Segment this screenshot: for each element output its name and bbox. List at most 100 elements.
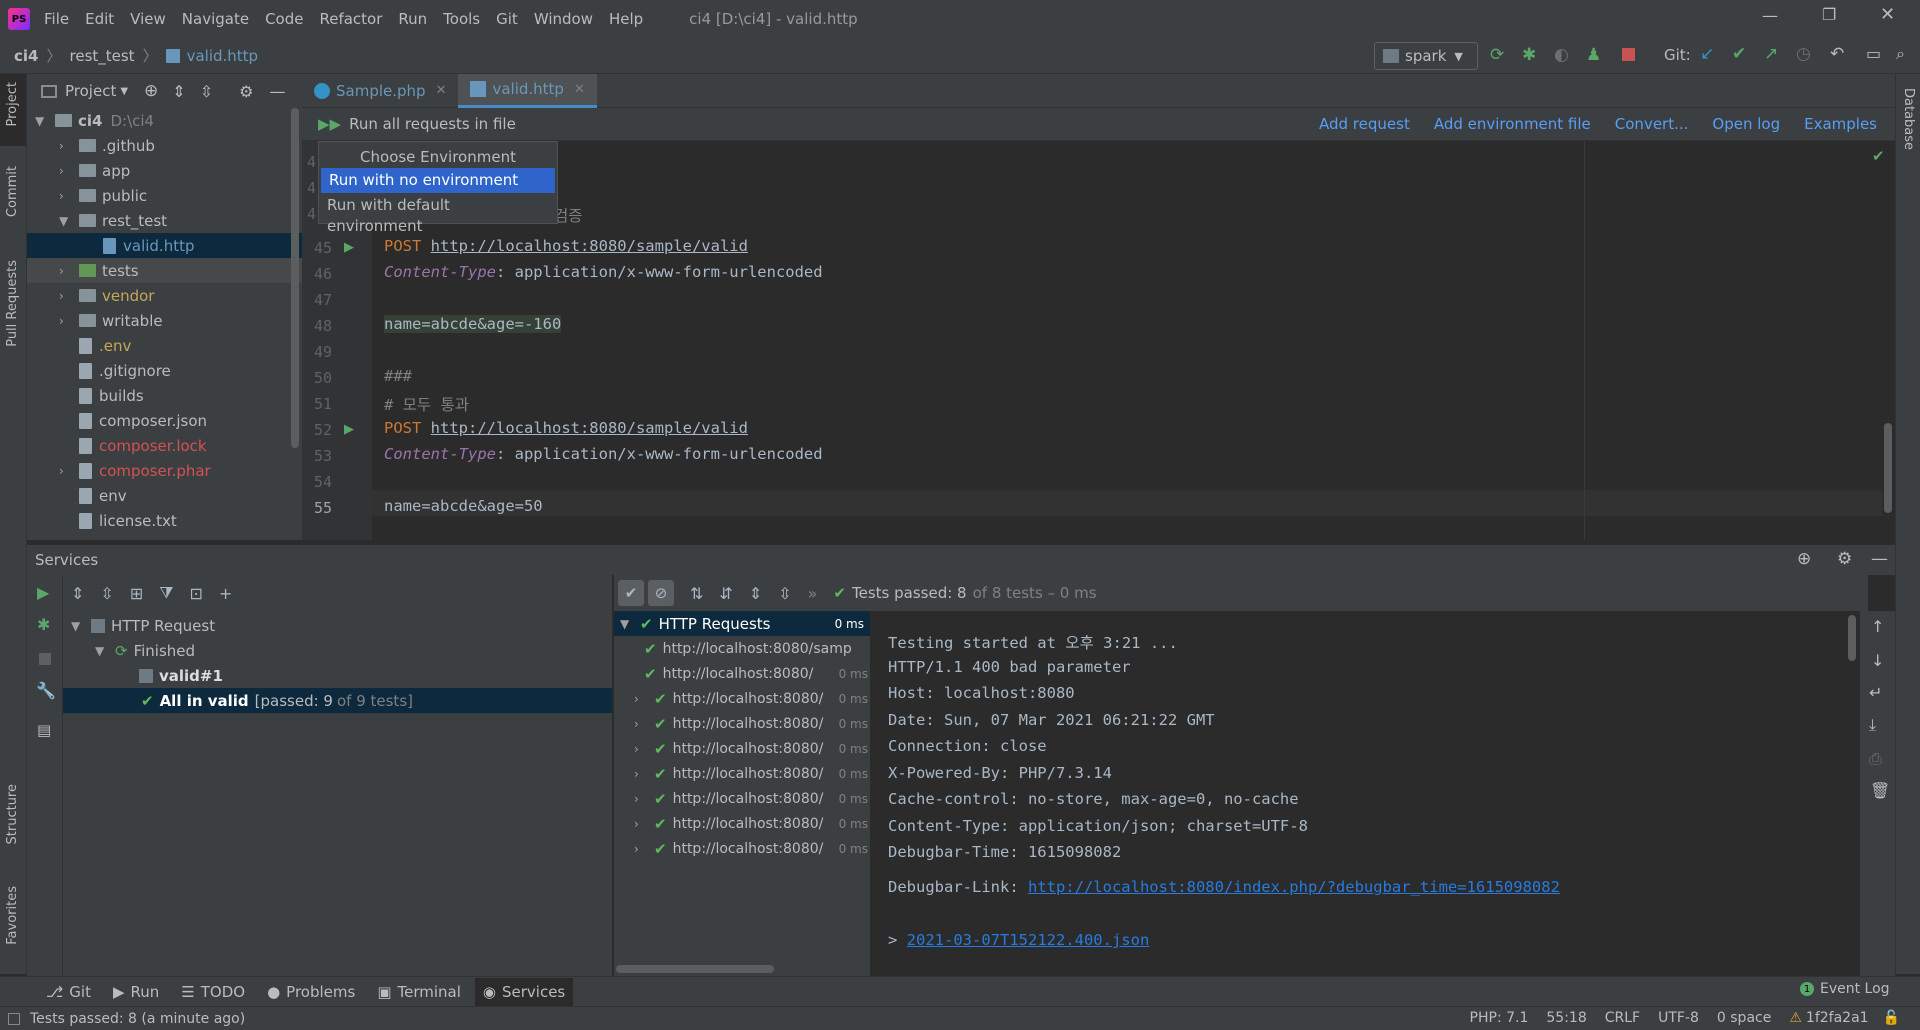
favorites-tool-button[interactable]: Favorites (5, 886, 20, 945)
profile-icon[interactable]: ♟ (1586, 45, 1601, 65)
breadcrumb-file[interactable]: valid.http (187, 47, 258, 65)
test-root-node[interactable]: ▼ ✔ HTTP Requests 0 ms (620, 611, 868, 636)
globe-icon[interactable]: ⊕ (1797, 549, 1811, 569)
services-tab[interactable]: ◉ Services (474, 977, 574, 1006)
status-toggle-icon[interactable] (8, 1012, 20, 1025)
add-service-icon[interactable]: + (219, 584, 232, 603)
json-response-link[interactable]: 2021-03-07T152122.400.json (907, 931, 1150, 949)
test-item[interactable]: › ✔ http://localhost:8080/0 ms (634, 786, 870, 811)
php-level[interactable]: PHP: 7.1 (1470, 1010, 1529, 1026)
run-default-environment-option[interactable]: Run with default environment (319, 193, 557, 235)
run-all-requests-link[interactable]: Run all requests in file (349, 115, 516, 133)
menu-code[interactable]: Code (265, 10, 303, 28)
request-url[interactable]: http://localhost:8080/sample/valid (431, 419, 748, 437)
debug-icon[interactable]: ✱ (37, 615, 50, 634)
test-item[interactable]: › ✔ http://localhost:8080/0 ms (634, 811, 870, 836)
locate-icon[interactable]: ⊕ (144, 81, 158, 101)
convert-link[interactable]: Convert... (1615, 115, 1689, 133)
tree-item-github[interactable]: › .github (59, 133, 155, 158)
test-item[interactable]: › ✔ http://localhost:8080/0 ms (634, 711, 870, 736)
tree-item-vendor[interactable]: › vendor (59, 283, 154, 308)
restore-button[interactable]: ❐ (1822, 5, 1836, 24)
show-passed-toggle[interactable]: ✔ (618, 580, 644, 606)
console-scrollbar[interactable] (1848, 615, 1856, 661)
menu-run[interactable]: Run (398, 10, 427, 28)
structure-tool-button[interactable]: Structure (5, 784, 20, 844)
project-tool-button[interactable]: Project (5, 82, 20, 126)
menu-refactor[interactable]: Refactor (319, 10, 382, 28)
collapse-all-icon[interactable]: ⇳ (778, 584, 791, 603)
soft-wrap-icon[interactable]: ↵ (1869, 683, 1882, 702)
menu-help[interactable]: Help (609, 10, 643, 28)
down-arrow-icon[interactable]: ↓ (1871, 651, 1884, 670)
tree-root[interactable]: ▼ ci4 D:\ci4 (35, 108, 154, 133)
git-rollback-icon[interactable]: ↶ (1830, 44, 1844, 64)
caret-position[interactable]: 55:18 (1546, 1010, 1586, 1026)
git-update-icon[interactable]: ↙ (1700, 44, 1714, 64)
breadcrumb-project[interactable]: ci4 (14, 47, 38, 65)
run-tab[interactable]: ▶ Run (105, 978, 167, 1006)
tree-item-tests[interactable]: › tests (59, 258, 139, 283)
stop-icon[interactable] (39, 653, 51, 665)
tree-item-app[interactable]: › app (59, 158, 130, 183)
tab-valid-http[interactable]: valid.http ✕ (458, 73, 597, 108)
scroll-to-end-icon[interactable]: ⤓ (1869, 715, 1876, 735)
run-icon[interactable]: ▶ (37, 583, 49, 602)
git-branch[interactable]: 1f2fa2a1 (1806, 1010, 1869, 1026)
search-icon[interactable]: ⌕ (1896, 44, 1905, 64)
tree-item-composer-phar[interactable]: › composer.phar (59, 458, 211, 483)
menu-git[interactable]: Git (496, 10, 518, 28)
all-in-valid-node[interactable]: ✔ All in valid [passed: 9 of 9 tests] (141, 688, 413, 713)
todo-tab[interactable]: ☰ TODO (173, 978, 253, 1006)
tree-item-builds[interactable]: builds (59, 383, 144, 408)
close-icon[interactable]: ✕ (574, 82, 585, 97)
gear-icon[interactable]: ⚙ (1837, 549, 1852, 569)
test-item[interactable]: ✔ http://localhost:8080/samp (644, 636, 870, 661)
menu-view[interactable]: View (130, 10, 166, 28)
project-view-select[interactable]: Project (65, 82, 116, 100)
expand-all-icon[interactable]: ⇕ (749, 584, 762, 603)
test-tree-hscrollbar[interactable] (616, 965, 774, 973)
test-item[interactable]: › ✔ http://localhost:8080/0 ms (634, 761, 870, 786)
close-button[interactable]: ✕ (1880, 4, 1895, 25)
menu-tools[interactable]: Tools (443, 10, 480, 28)
group-by-icon[interactable]: ⊞ (130, 584, 143, 603)
lock-icon[interactable]: 🔓 (1883, 1010, 1900, 1026)
git-push-icon[interactable]: ↗ (1764, 44, 1778, 64)
wrench-icon[interactable]: 🔧 (36, 681, 56, 700)
console-output[interactable]: Testing started at 오후 3:21 ... HTTP/1.1 4… (870, 611, 1860, 976)
minimize-button[interactable]: — (1762, 6, 1778, 25)
git-commit-icon[interactable]: ✔ (1732, 44, 1746, 64)
test-item[interactable]: › ✔ http://localhost:8080/0 ms (634, 736, 870, 761)
tree-item-writable[interactable]: › writable (59, 308, 163, 333)
menu-file[interactable]: File (44, 10, 69, 28)
add-environment-file-link[interactable]: Add environment file (1434, 115, 1591, 133)
pull-requests-tool-button[interactable]: Pull Requests (5, 260, 20, 347)
valid-run-node[interactable]: valid#1 (139, 663, 223, 688)
run-request-icon[interactable]: ▶ (344, 240, 354, 255)
terminal-tab[interactable]: ▣ Terminal (369, 978, 469, 1006)
tree-scrollbar[interactable] (291, 108, 299, 448)
collapse-all-icon[interactable]: ⇳ (200, 82, 213, 101)
tree-item-public[interactable]: › public (59, 183, 147, 208)
commit-tool-button[interactable]: Commit (5, 166, 20, 217)
request-url[interactable]: http://localhost:8080/sample/valid (431, 237, 748, 255)
layout-icon[interactable]: ▤ (37, 721, 51, 739)
tree-item-env[interactable]: .env (59, 333, 131, 358)
gear-icon[interactable]: ⚙ (239, 82, 253, 101)
run-no-environment-option[interactable]: Run with no environment (321, 168, 555, 193)
http-request-node[interactable]: ▼ HTTP Request (71, 613, 215, 638)
add-request-link[interactable]: Add request (1319, 115, 1410, 133)
collapse-all-icon[interactable]: ⇳ (100, 584, 113, 603)
filter-icon[interactable]: ⧩ (159, 583, 173, 603)
tree-item-license-txt[interactable]: license.txt (59, 508, 177, 533)
tree-item-composer-json[interactable]: composer.json (59, 408, 207, 433)
file-encoding[interactable]: UTF-8 (1658, 1010, 1699, 1026)
more-icon[interactable]: » (808, 584, 818, 603)
open-log-link[interactable]: Open log (1712, 115, 1780, 133)
finished-node[interactable]: ▼ ⟳ Finished (95, 638, 195, 663)
tree-item-rest-test[interactable]: ▼ rest_test (59, 208, 167, 233)
coverage-icon[interactable]: ◐ (1554, 45, 1569, 65)
hide-icon[interactable]: — (269, 82, 285, 101)
new-tab-icon[interactable]: ⊡ (190, 584, 203, 603)
